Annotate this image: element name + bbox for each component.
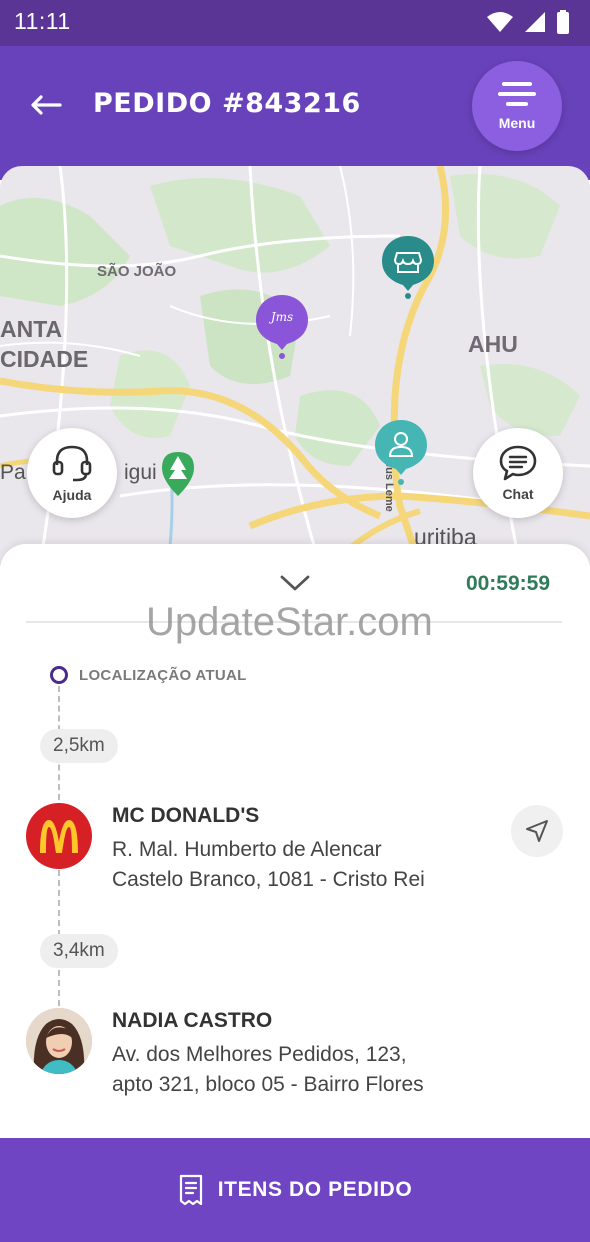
menu-label: Menu <box>498 115 536 131</box>
receipt-icon <box>179 1174 202 1206</box>
wifi-icon <box>487 12 513 32</box>
mcdonalds-logo <box>26 803 92 869</box>
distance-badge: 2,5km <box>40 729 118 763</box>
status-time: 11:11 <box>14 8 71 34</box>
help-button[interactable]: Ajuda <box>27 428 117 518</box>
status-bar: 11:11 <box>0 0 590 46</box>
driver-pin-text: Jms <box>270 310 294 324</box>
help-label: Ajuda <box>52 487 92 503</box>
eta-timer: 00:59:59 <box>465 572 550 595</box>
battery-icon <box>557 10 569 34</box>
customer-address-line2: apto 321, bloco 05 - Bairro Flores <box>112 1073 424 1096</box>
driver-logo-icon <box>256 295 308 359</box>
map-label-cidade: CIDADE <box>0 346 89 372</box>
restaurant-address-line1: R. Mal. Humberto de Alencar <box>112 838 382 861</box>
route-sheet: 00:59:59 UpdateStar.com LOCALIZAÇÃO ATUA… <box>0 544 590 1142</box>
chat-button[interactable]: Chat <box>473 428 563 518</box>
customer-address-line1: Av. dos Melhores Pedidos, 123, <box>112 1043 407 1066</box>
menu-button[interactable]: Menu <box>472 61 562 151</box>
map-label-sao-joao: SÃO JOÃO <box>97 263 177 280</box>
app-header: PEDIDO #843216 Menu <box>0 46 590 180</box>
driver-map-pin[interactable]: Jms <box>255 294 309 362</box>
order-items-label: ITENS DO PEDIDO <box>217 1178 413 1201</box>
current-location-label: LOCALIZAÇÃO ATUAL <box>79 667 247 684</box>
page-title: PEDIDO #843216 <box>93 88 361 119</box>
navigate-button[interactable] <box>511 805 563 857</box>
customer-photo <box>26 1008 92 1074</box>
customer-avatar <box>26 1008 92 1074</box>
customer-name: NADIA CASTRO <box>112 1009 273 1032</box>
map-label-ahu: AHU <box>468 331 518 357</box>
customer-map-pin[interactable] <box>374 419 428 487</box>
store-icon <box>382 236 434 299</box>
status-icons <box>486 10 570 34</box>
map-label-pa: Pa <box>0 461 26 484</box>
order-items-button[interactable]: ITENS DO PEDIDO <box>0 1138 590 1242</box>
map-label-anta: ANTA <box>0 316 63 342</box>
golden-arches-icon <box>40 820 78 853</box>
map-label-igui: igui <box>124 461 157 484</box>
current-location-dot <box>50 666 68 684</box>
chat-label: Chat <box>502 486 534 502</box>
restaurant-name: MC DONALD'S <box>112 804 260 827</box>
back-button[interactable] <box>28 90 64 120</box>
headset-icon <box>52 445 92 482</box>
restaurant-address-line2: Castelo Branco, 1081 - Cristo Rei <box>112 868 425 891</box>
distance-badge: 3,4km <box>40 934 118 968</box>
map-view[interactable]: SÃO JOÃO ANTA CIDADE AHU Pa igui uritiba… <box>0 166 590 566</box>
arrow-left-icon <box>31 95 62 115</box>
menu-icon <box>498 82 536 106</box>
user-icon <box>375 420 427 485</box>
navigation-arrow-icon <box>526 820 548 842</box>
watermark: UpdateStar.com <box>146 600 433 644</box>
store-map-pin[interactable] <box>381 235 435 301</box>
signal-icon <box>525 12 545 32</box>
chevron-down-icon <box>280 575 310 591</box>
collapse-sheet-button[interactable] <box>280 574 310 596</box>
chat-bubble-icon <box>499 445 537 481</box>
